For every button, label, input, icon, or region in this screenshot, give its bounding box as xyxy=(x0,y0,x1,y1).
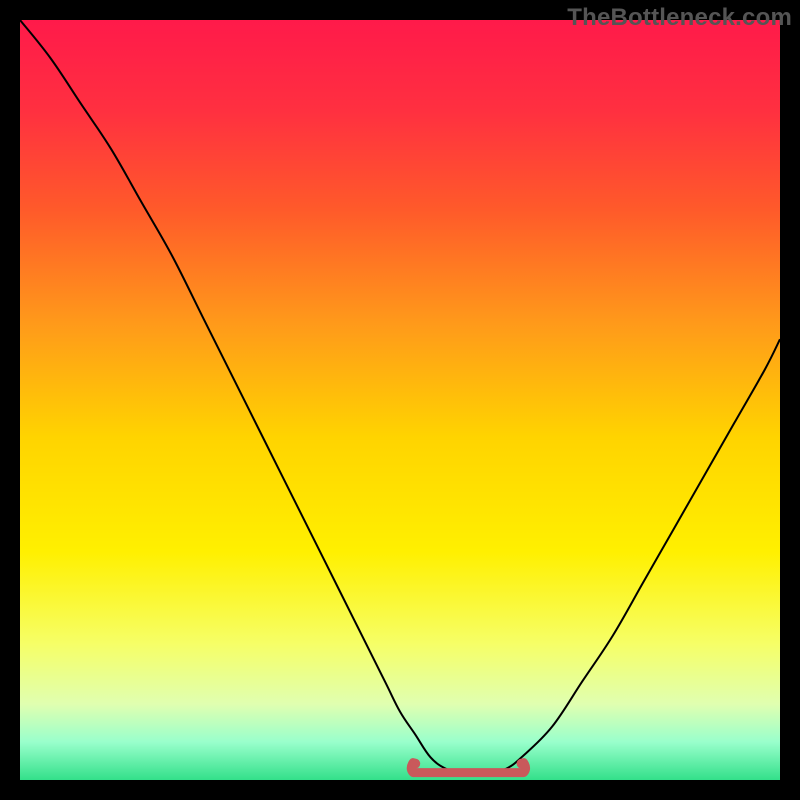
gradient-background xyxy=(20,20,780,780)
chart-svg xyxy=(20,20,780,780)
plot-area xyxy=(20,20,780,780)
chart-container: TheBottleneck.com xyxy=(0,0,800,800)
watermark-text: TheBottleneck.com xyxy=(567,4,792,32)
